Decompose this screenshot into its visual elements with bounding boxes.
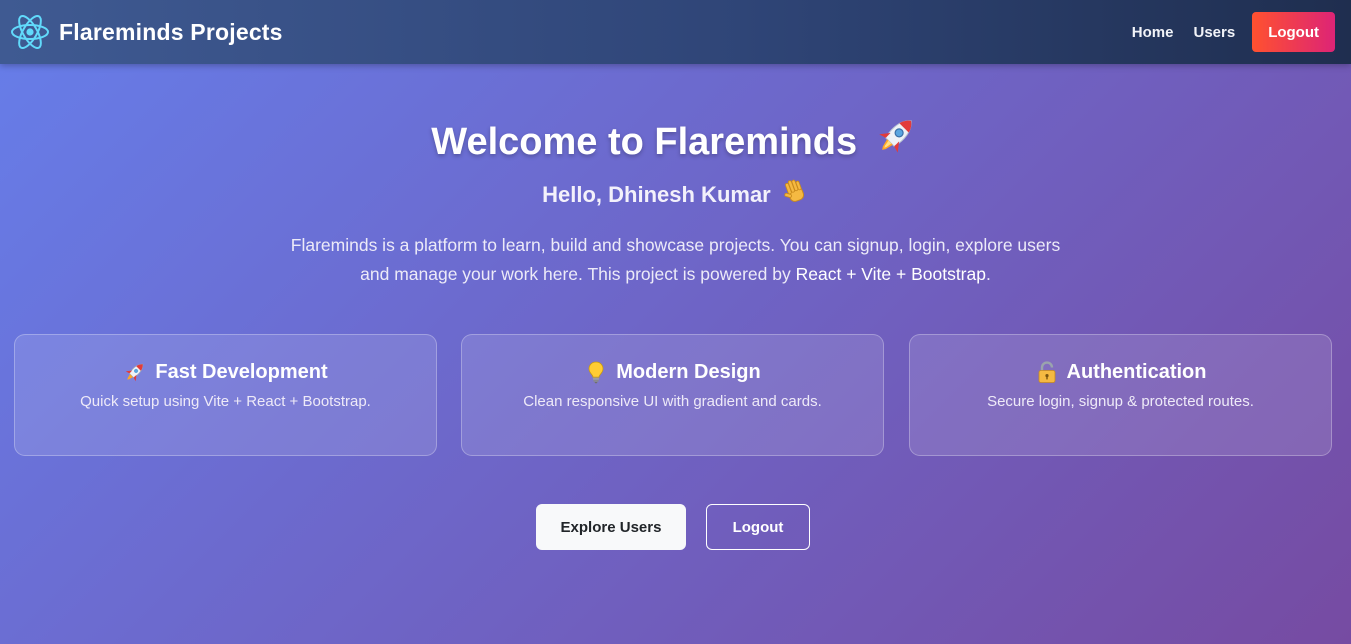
greeting-text: Hello, Dhinesh Kumar bbox=[542, 182, 771, 207]
rocket-icon bbox=[874, 112, 920, 168]
greeting: Hello, Dhinesh Kumar bbox=[0, 177, 1351, 211]
intro-description: Flareminds is a platform to learn, build… bbox=[290, 231, 1061, 289]
feature-title: Authentication bbox=[910, 360, 1331, 384]
explore-users-button[interactable]: Explore Users bbox=[536, 504, 686, 550]
description-end: . bbox=[985, 264, 991, 284]
feature-description: Quick setup using Vite + React + Bootstr… bbox=[80, 393, 371, 410]
logout-button[interactable]: Logout bbox=[706, 504, 810, 550]
lock-icon bbox=[1038, 361, 1055, 383]
feature-title-text: Authentication bbox=[1066, 360, 1207, 383]
feature-title-text: Modern Design bbox=[616, 360, 761, 383]
brand-title: Flareminds Projects bbox=[59, 18, 283, 45]
tech-stack: React + Vite + Bootstrap bbox=[795, 264, 986, 284]
react-atom-icon bbox=[11, 15, 49, 49]
navbar-logout-button[interactable]: Logout bbox=[1252, 12, 1335, 52]
navbar: Flareminds Projects Home Users Logout bbox=[0, 0, 1351, 64]
lightbulb-icon bbox=[588, 361, 604, 384]
page-title: Welcome to Flareminds bbox=[0, 112, 1351, 168]
brand-link[interactable]: Flareminds Projects bbox=[10, 12, 283, 52]
nav-link-users[interactable]: Users bbox=[1193, 24, 1235, 41]
waving-hand-icon bbox=[781, 177, 809, 211]
feature-card-authentication: Authentication Secure login, signup & pr… bbox=[909, 334, 1332, 456]
feature-description: Clean responsive UI with gradient and ca… bbox=[523, 393, 822, 410]
feature-title: Fast Development bbox=[15, 360, 436, 384]
feature-card-fast-development: Fast Development Quick setup using Vite … bbox=[14, 334, 437, 456]
feature-card-modern-design: Modern Design Clean responsive UI with g… bbox=[461, 334, 884, 456]
feature-title-text: Fast Development bbox=[155, 360, 328, 383]
feature-title: Modern Design bbox=[462, 360, 883, 384]
feature-description: Secure login, signup & protected routes. bbox=[987, 393, 1254, 410]
nav-link-home[interactable]: Home bbox=[1132, 24, 1174, 41]
rocket-icon bbox=[126, 363, 144, 382]
page-title-text: Welcome to Flareminds bbox=[431, 121, 858, 163]
nav-links: Home Users Logout bbox=[1132, 12, 1335, 52]
